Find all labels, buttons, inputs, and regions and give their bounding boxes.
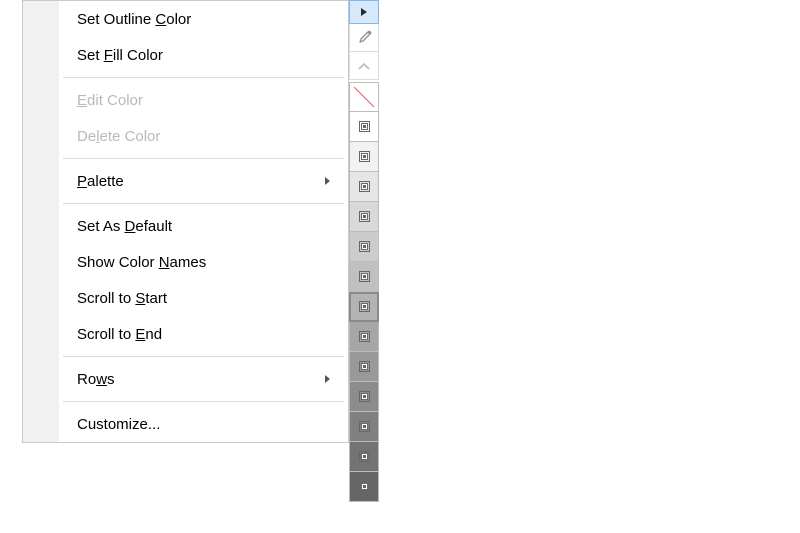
swatch-color[interactable] <box>349 142 379 172</box>
submenu-arrow-icon <box>324 176 348 186</box>
swatch-color[interactable] <box>349 412 379 442</box>
swatch-color[interactable] <box>349 472 379 502</box>
swatch-marker-icon <box>361 153 368 160</box>
menu-item-set-as-default[interactable]: Set As Default <box>23 208 348 244</box>
swatch-color[interactable] <box>349 352 379 382</box>
menu-separator <box>23 352 348 361</box>
menu-separator <box>23 73 348 82</box>
menu-item-set-fill-color[interactable]: Set Fill Color <box>23 37 348 73</box>
menu-item-rows[interactable]: Rows <box>23 361 348 397</box>
submenu-arrow-icon <box>324 374 348 384</box>
swatch-color[interactable] <box>349 262 379 292</box>
swatch-marker-icon <box>361 303 368 310</box>
swatch-marker-icon <box>361 483 368 490</box>
menu-gutter <box>23 208 59 244</box>
menu-separator <box>23 154 348 163</box>
swatch-color[interactable] <box>349 172 379 202</box>
swatch-marker-icon <box>361 363 368 370</box>
menu-item-delete-color: Delete Color <box>23 118 348 154</box>
menu-gutter <box>23 280 59 316</box>
menu-item-scroll-to-end[interactable]: Scroll to End <box>23 316 348 352</box>
swatch-marker-icon <box>361 333 368 340</box>
swatch-color[interactable] <box>349 232 379 262</box>
menu-item-label: Scroll to Start <box>59 290 324 307</box>
swatch-color[interactable] <box>349 322 379 352</box>
menu-item-label: Edit Color <box>59 92 324 109</box>
menu-item-label: Scroll to End <box>59 326 324 343</box>
swatch-marker-icon <box>361 243 368 250</box>
swatch-marker-icon <box>361 423 368 430</box>
menu-item-label: Palette <box>59 173 324 190</box>
menu-gutter <box>23 82 59 118</box>
menu-item-palette[interactable]: Palette <box>23 163 348 199</box>
swatch-color[interactable] <box>349 382 379 412</box>
swatch-marker-icon <box>361 453 368 460</box>
swatch-color[interactable] <box>349 442 379 472</box>
menu-item-set-outline-color[interactable]: Set Outline Color <box>23 1 348 37</box>
menu-item-show-color-names[interactable]: Show Color Names <box>23 244 348 280</box>
menu-item-label: Set Fill Color <box>59 47 324 64</box>
menu-gutter <box>23 163 59 199</box>
menu-item-customize[interactable]: Customize... <box>23 406 348 442</box>
scroll-up-icon[interactable] <box>349 52 379 80</box>
menu-item-label: Customize... <box>59 416 324 433</box>
swatch-no-color[interactable] <box>349 82 379 112</box>
menu-separator <box>23 199 348 208</box>
menu-gutter <box>23 1 59 37</box>
menu-item-label: Rows <box>59 371 324 388</box>
swatch-color[interactable] <box>349 112 379 142</box>
swatch-marker-icon <box>361 213 368 220</box>
menu-gutter <box>23 361 59 397</box>
eyedropper-icon[interactable] <box>349 24 379 52</box>
menu-gutter <box>23 316 59 352</box>
menu-separator <box>23 397 348 406</box>
menu-gutter <box>23 37 59 73</box>
palette-flyout-arrow[interactable] <box>349 0 379 24</box>
menu-item-label: Set Outline Color <box>59 11 324 28</box>
menu-item-label: Set As Default <box>59 218 324 235</box>
swatch-marker-icon <box>361 123 368 130</box>
swatch-color[interactable] <box>349 292 379 322</box>
menu-gutter <box>23 118 59 154</box>
swatch-color[interactable] <box>349 202 379 232</box>
menu-item-label: Delete Color <box>59 128 324 145</box>
swatch-marker-icon <box>361 393 368 400</box>
swatch-marker-icon <box>361 273 368 280</box>
menu-gutter <box>23 244 59 280</box>
color-palette-docker <box>349 0 379 502</box>
menu-item-scroll-to-start[interactable]: Scroll to Start <box>23 280 348 316</box>
menu-gutter <box>23 406 59 442</box>
menu-item-edit-color: Edit Color <box>23 82 348 118</box>
palette-context-menu: Set Outline Color Set Fill Color Edit Colo… <box>22 0 349 443</box>
menu-item-label: Show Color Names <box>59 254 324 271</box>
swatch-marker-icon <box>361 183 368 190</box>
